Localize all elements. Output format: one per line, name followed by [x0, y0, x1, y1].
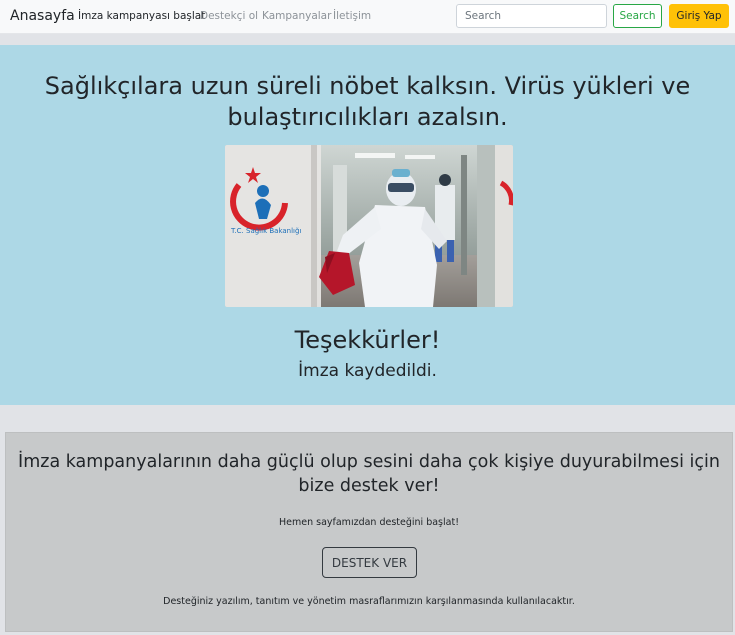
thanks-heading: Teşekkürler!: [294, 326, 441, 354]
support-button[interactable]: DESTEK VER: [322, 547, 417, 578]
nav-campaigns[interactable]: Kampanyalar: [262, 10, 331, 22]
nav-start-campaign[interactable]: İmza kampanyası başlat: [78, 10, 205, 22]
navbar: Anasayfa İmza kampanyası başlat Destekçi…: [0, 0, 735, 34]
support-heading: İmza kampanyalarının daha güçlü olup ses…: [18, 452, 720, 496]
search-input[interactable]: [456, 4, 607, 28]
nav-become-supporter[interactable]: Destekçi ol: [200, 10, 258, 22]
campaign-photo: T.C. Sağlık Bakanlığı: [225, 145, 513, 307]
nav-contact[interactable]: İletişim: [333, 10, 371, 22]
brand-home-link[interactable]: Anasayfa: [10, 8, 75, 24]
signature-saved-message: İmza kaydedildi.: [298, 361, 437, 381]
support-section: İmza kampanyalarının daha güçlü olup ses…: [5, 432, 733, 632]
hero-section: Sağlıkçılara uzun süreli nöbet kalksın. …: [0, 45, 735, 405]
photo-sign-text: T.C. Sağlık Bakanlığı: [230, 227, 301, 235]
support-note: Desteğiniz yazılım, tanıtım ve yönetim m…: [163, 596, 575, 607]
login-button[interactable]: Giriş Yap: [669, 4, 729, 28]
campaign-title: Sağlıkçılara uzun süreli nöbet kalksın. …: [44, 72, 691, 131]
support-subtitle: Hemen sayfamızdan desteğini başlat!: [279, 517, 459, 528]
search-button[interactable]: Search: [613, 4, 662, 28]
